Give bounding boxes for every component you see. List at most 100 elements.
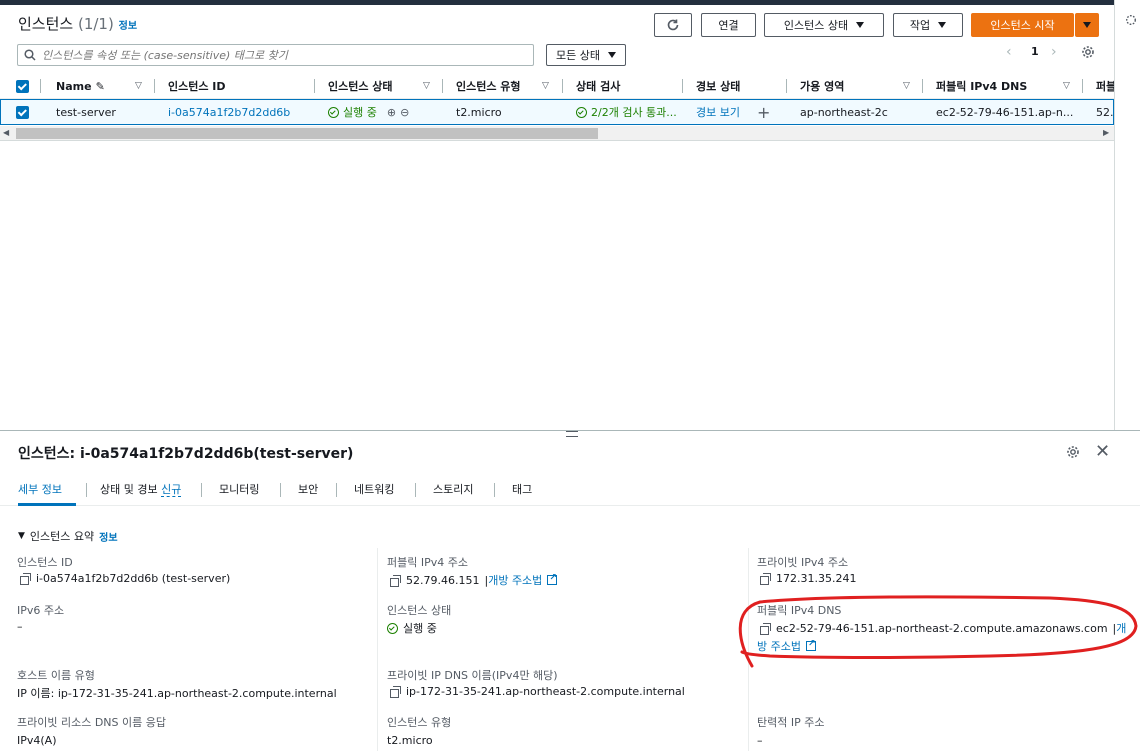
sort-icon[interactable]: ▽: [903, 73, 910, 99]
selection-count: (1/1): [77, 15, 114, 33]
instance-state-button[interactable]: 인스턴스 상태: [764, 13, 884, 37]
instance-type-value: t2.micro: [387, 734, 433, 747]
section-title: 인스턴스 요약: [29, 530, 95, 543]
sort-icon[interactable]: ▽: [423, 73, 430, 99]
column-header-availability-zone[interactable]: 가용 영역: [800, 73, 844, 99]
copy-icon[interactable]: [760, 573, 771, 585]
gear-icon: [1082, 46, 1094, 58]
state-filter-select[interactable]: 모든 상태: [546, 44, 626, 66]
cell-status-check: 2/2개 검사 통과...: [576, 100, 677, 124]
top-nav-bar: [0, 0, 1140, 5]
vertical-scrollbar[interactable]: [1114, 0, 1140, 430]
value-text: 52.79.46.151: [406, 573, 480, 587]
column-header-instance-id[interactable]: 인스턴스 ID: [168, 73, 226, 99]
private-dns-value: ip-172-31-35-241.ap-northeast-2.compute.…: [390, 685, 685, 698]
instance-state-value: 실행 중: [387, 620, 437, 636]
resize-handle-icon[interactable]: [566, 431, 578, 437]
tab-label: 상태 및 경보: [100, 483, 158, 496]
info-link[interactable]: 정보: [119, 21, 137, 32]
column-header-name[interactable]: Name ✎: [56, 73, 105, 99]
scroll-left-icon[interactable]: ◀: [3, 128, 9, 137]
tab-status-alarms[interactable]: 상태 및 경보 신규: [100, 481, 182, 497]
tab-details[interactable]: 세부 정보: [18, 481, 62, 497]
table-row[interactable]: test-server i-0a574a1f2b7d2dd6b 실행 중 ⊕ ⊖…: [0, 99, 1121, 125]
column-label: 퍼블릭 IPv4 DNS: [936, 80, 1028, 93]
actions-button[interactable]: 작업: [893, 13, 963, 37]
copy-icon[interactable]: [390, 686, 401, 698]
hostname-type-value: IP 이름: ip-172-31-35-241.ap-northeast-2.c…: [17, 687, 337, 700]
value-text: i-0a574a1f2b7d2dd6b (test-server): [36, 572, 231, 585]
caret-down-icon: ▼: [18, 531, 25, 541]
sort-icon[interactable]: ▽: [135, 73, 142, 99]
cell-availability-zone: ap-northeast-2c: [800, 105, 888, 119]
next-page-icon[interactable]: ›: [1051, 44, 1057, 60]
gear-icon: [1067, 446, 1079, 458]
column-label: 인스턴스 상태: [328, 80, 393, 93]
tab-storage[interactable]: 스토리지: [433, 481, 473, 497]
copy-icon[interactable]: [20, 573, 31, 585]
new-badge: 신규: [161, 483, 182, 497]
state-text: 실행 중: [343, 106, 377, 119]
detail-title: 인스턴스: i-0a574a1f2b7d2dd6b(test-server): [18, 446, 354, 462]
cell-instance-type: t2.micro: [456, 105, 502, 119]
select-all-checkbox[interactable]: [16, 73, 29, 99]
column-divider: [377, 548, 378, 751]
add-alarm-icon[interactable]: +: [757, 100, 770, 124]
launch-instance-button[interactable]: 인스턴스 시작: [971, 13, 1074, 37]
tab-monitoring[interactable]: 모니터링: [219, 481, 259, 497]
scroll-right-icon[interactable]: ▶: [1103, 128, 1109, 137]
launch-dropdown-button[interactable]: [1075, 13, 1099, 37]
field-label: IPv6 주소: [17, 604, 65, 617]
column-label: 인스턴스 ID: [168, 80, 226, 93]
table-header: Name ✎ ▽ 인스턴스 ID 인스턴스 상태 ▽ 인스턴스 유형 ▽ 상태 검…: [0, 73, 1116, 99]
checkbox-checked-icon: [16, 105, 29, 119]
tab-security[interactable]: 보안: [298, 481, 318, 497]
tab-networking[interactable]: 네트워킹: [354, 481, 394, 497]
field-label: 탄력적 IP 주소: [757, 716, 825, 729]
connect-button[interactable]: 연결: [701, 13, 756, 37]
public-ipv4-value: 52.79.46.151 |개방 주소법: [390, 572, 558, 588]
column-header-status-check[interactable]: 상태 검사: [576, 73, 620, 99]
sort-icon[interactable]: ▽: [1063, 73, 1070, 99]
page-title: 인스턴스 (1/1) 정보: [18, 13, 137, 34]
prev-page-icon[interactable]: ‹: [1006, 44, 1012, 60]
table-settings-button[interactable]: [1081, 45, 1095, 62]
zoom-out-icon[interactable]: ⊖: [400, 106, 409, 119]
close-icon[interactable]: ✕: [1095, 441, 1110, 462]
summary-section-toggle[interactable]: ▼ 인스턴스 요약 정보: [18, 528, 118, 544]
search-box[interactable]: [17, 44, 534, 66]
refresh-icon: [667, 19, 679, 31]
instance-id-link[interactable]: i-0a574a1f2b7d2dd6b: [168, 100, 290, 124]
scrollbar-thumb[interactable]: [16, 128, 598, 139]
cell-instance-state: 실행 중 ⊕ ⊖: [328, 100, 409, 124]
row-checkbox[interactable]: [16, 100, 29, 124]
column-header-alarm-status[interactable]: 경보 상태: [696, 73, 740, 99]
refresh-button[interactable]: [654, 13, 692, 37]
copy-icon[interactable]: [390, 574, 401, 587]
connect-label: 연결: [718, 19, 739, 32]
view-alarms-link[interactable]: 경보 보기: [696, 100, 740, 124]
check-circle-icon: [328, 106, 339, 118]
column-header-instance-state[interactable]: 인스턴스 상태: [328, 73, 393, 99]
column-header-public-dns[interactable]: 퍼블릭 IPv4 DNS: [936, 73, 1027, 99]
open-address-link[interactable]: 개방 주소법: [488, 574, 542, 587]
private-ipv4-value: 172.31.35.241: [760, 572, 856, 585]
column-header-instance-type[interactable]: 인스턴스 유형: [456, 73, 521, 99]
value-text: 실행 중: [403, 622, 437, 635]
external-link-icon[interactable]: [547, 573, 558, 585]
horizontal-scrollbar[interactable]: ◀ ▶: [0, 126, 1114, 141]
state-filter-label: 모든 상태: [556, 49, 600, 62]
actions-label: 작업: [909, 19, 931, 32]
field-label: 인스턴스 유형: [387, 716, 452, 729]
detail-settings-button[interactable]: [1066, 445, 1080, 462]
tab-tags[interactable]: 태그: [512, 481, 532, 497]
zoom-in-icon[interactable]: ⊕: [387, 106, 396, 119]
search-input[interactable]: [42, 48, 522, 62]
column-label: 경보 상태: [696, 80, 741, 93]
value-text: ip-172-31-35-241.ap-northeast-2.compute.…: [406, 685, 685, 698]
caret-down-icon: [856, 22, 865, 28]
page-number[interactable]: 1: [1031, 45, 1039, 58]
info-link[interactable]: 정보: [99, 529, 117, 544]
sort-icon[interactable]: ▽: [542, 73, 549, 99]
elastic-ip-value: –: [757, 734, 763, 747]
